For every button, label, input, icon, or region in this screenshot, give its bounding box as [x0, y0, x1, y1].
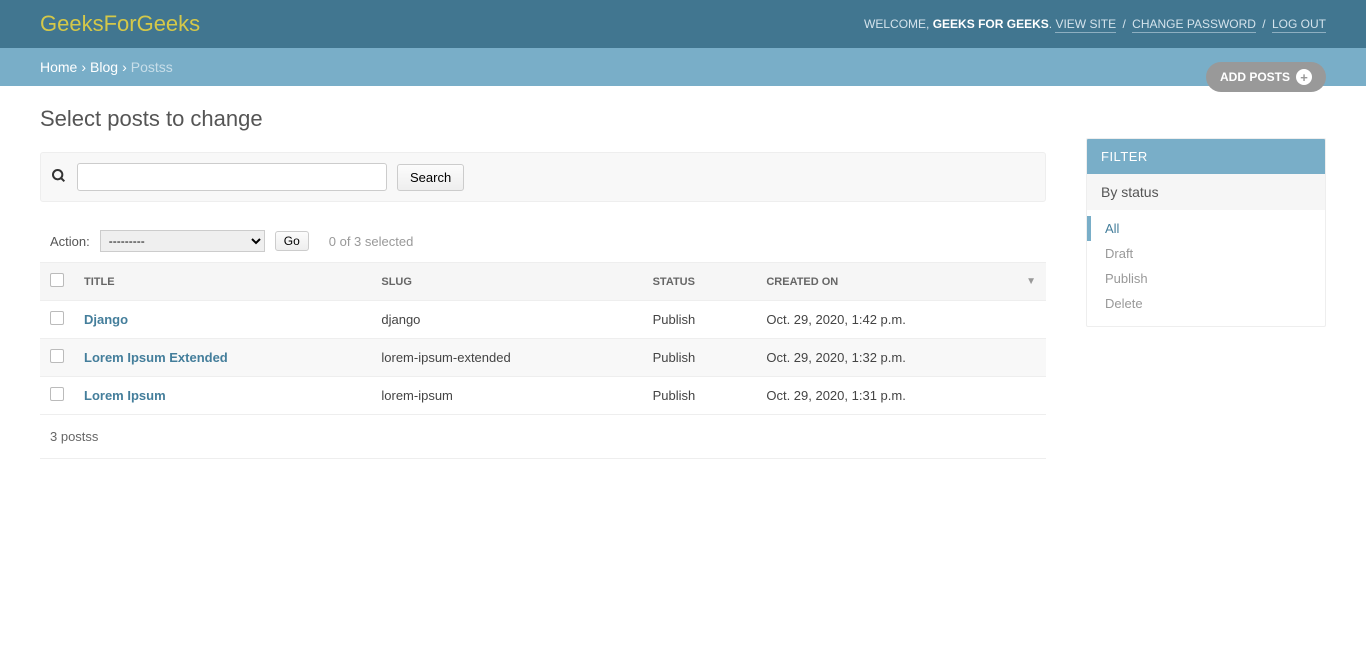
- action-select[interactable]: ---------: [100, 230, 265, 252]
- row-title-link[interactable]: Django: [84, 312, 128, 327]
- main-column: Select posts to change Search Action: --…: [40, 106, 1046, 459]
- sort-descending-icon: ▼: [1026, 276, 1036, 287]
- row-created: Oct. 29, 2020, 1:42 p.m.: [756, 301, 1046, 339]
- column-header-slug[interactable]: SLUG: [371, 263, 642, 301]
- add-posts-label: ADD POSTS: [1220, 70, 1290, 84]
- select-all-header: [40, 263, 74, 301]
- column-header-created-label: CREATED ON: [766, 276, 838, 288]
- page-title: Select posts to change: [40, 106, 263, 132]
- filter-option[interactable]: Publish: [1087, 266, 1325, 291]
- filter-option[interactable]: Delete: [1087, 291, 1325, 316]
- row-slug: lorem-ipsum-extended: [371, 339, 642, 377]
- change-password-link[interactable]: CHANGE PASSWORD: [1132, 17, 1256, 33]
- sidebar-column: ADD POSTS + FILTER By status AllDraftPub…: [1086, 106, 1326, 459]
- filter-panel: FILTER By status AllDraftPublishDelete: [1086, 138, 1326, 327]
- search-bar: Search: [40, 152, 1046, 202]
- breadcrumb-home[interactable]: Home: [40, 59, 77, 75]
- row-checkbox[interactable]: [50, 387, 64, 401]
- results-table: TITLE SLUG STATUS CREATED ON ▼ Django dja…: [40, 262, 1046, 415]
- add-posts-button[interactable]: ADD POSTS +: [1206, 62, 1326, 92]
- view-site-link[interactable]: VIEW SITE: [1055, 17, 1116, 33]
- column-header-title[interactable]: TITLE: [74, 263, 371, 301]
- row-created: Oct. 29, 2020, 1:31 p.m.: [756, 377, 1046, 415]
- user-tools: WELCOME, GEEKS FOR GEEKS. VIEW SITE / CH…: [864, 17, 1326, 31]
- search-input[interactable]: [77, 163, 387, 191]
- search-icon: [51, 168, 67, 187]
- row-title-link[interactable]: Lorem Ipsum Extended: [84, 350, 228, 365]
- breadcrumb-app[interactable]: Blog: [90, 59, 118, 75]
- paginator: 3 postss: [40, 415, 1046, 459]
- separator: /: [1122, 17, 1125, 31]
- separator: /: [1262, 17, 1265, 31]
- filter-section-title: By status: [1087, 174, 1325, 210]
- table-row: Lorem Ipsum Extended lorem-ipsum-extended…: [40, 339, 1046, 377]
- row-checkbox[interactable]: [50, 311, 64, 325]
- action-label: Action:: [50, 234, 90, 249]
- table-row: Lorem Ipsum lorem-ipsumPublishOct. 29, 20…: [40, 377, 1046, 415]
- row-created: Oct. 29, 2020, 1:32 p.m.: [756, 339, 1046, 377]
- select-all-checkbox[interactable]: [50, 273, 64, 287]
- filter-title: FILTER: [1087, 139, 1325, 174]
- row-title-link[interactable]: Lorem Ipsum: [84, 388, 166, 403]
- breadcrumb-separator: ›: [81, 59, 86, 75]
- heading-row: Select posts to change: [40, 106, 1046, 132]
- content-area: Select posts to change Search Action: --…: [0, 86, 1366, 479]
- breadcrumb-separator: ›: [122, 59, 127, 75]
- row-slug: lorem-ipsum: [371, 377, 642, 415]
- username-text: GEEKS FOR GEEKS: [933, 17, 1049, 31]
- go-button[interactable]: Go: [275, 231, 309, 251]
- action-bar: Action: --------- Go 0 of 3 selected: [40, 220, 1046, 262]
- filter-list: AllDraftPublishDelete: [1087, 210, 1325, 326]
- logout-link[interactable]: LOG OUT: [1272, 17, 1326, 33]
- welcome-text: WELCOME,: [864, 17, 929, 31]
- column-header-status[interactable]: STATUS: [643, 263, 757, 301]
- table-row: Django djangoPublishOct. 29, 2020, 1:42 p…: [40, 301, 1046, 339]
- column-header-created[interactable]: CREATED ON ▼: [756, 263, 1046, 301]
- row-status: Publish: [643, 301, 757, 339]
- breadcrumb: Home › Blog › Postss: [0, 48, 1366, 86]
- filter-option[interactable]: Draft: [1087, 241, 1325, 266]
- row-status: Publish: [643, 377, 757, 415]
- plus-icon: +: [1296, 69, 1312, 85]
- row-status: Publish: [643, 339, 757, 377]
- search-button[interactable]: Search: [397, 164, 464, 191]
- row-slug: django: [371, 301, 642, 339]
- breadcrumb-current: Postss: [131, 59, 173, 75]
- selection-count: 0 of 3 selected: [329, 234, 414, 249]
- brand-title: GeeksForGeeks: [40, 11, 200, 37]
- row-checkbox[interactable]: [50, 349, 64, 363]
- header-bar: GeeksForGeeks WELCOME, GEEKS FOR GEEKS. …: [0, 0, 1366, 48]
- filter-option[interactable]: All: [1087, 216, 1325, 241]
